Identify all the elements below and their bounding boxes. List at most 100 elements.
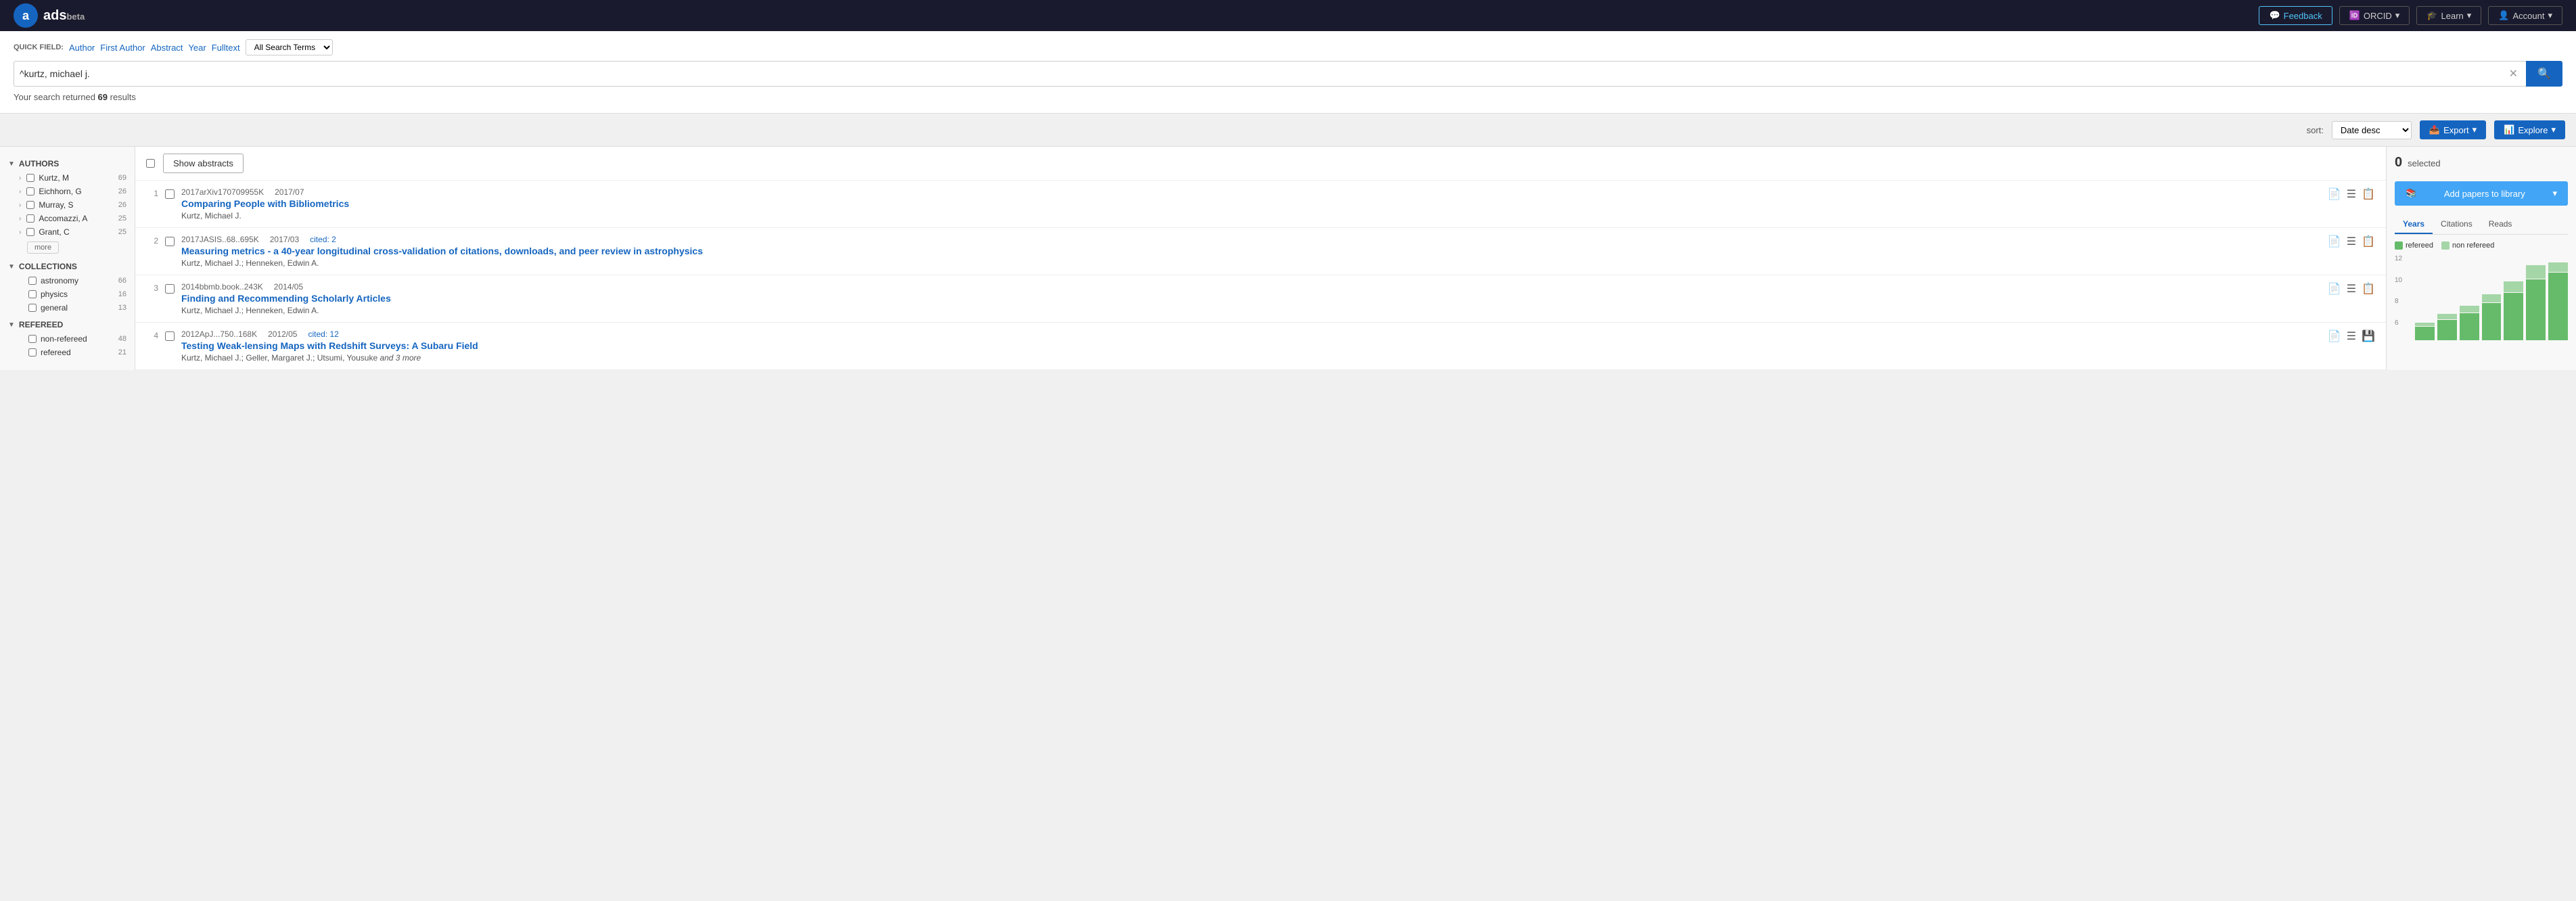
author-accomazzi-checkbox[interactable] [26,214,34,223]
select-all-checkbox[interactable] [146,159,155,168]
result-date: 2017/03 [270,235,299,244]
author-grant-checkbox[interactable] [26,228,34,236]
all-search-terms-dropdown[interactable]: All Search Terms [246,39,333,55]
result-icons: 📄 ☰ 📋 [2328,187,2375,201]
quick-field-abstract[interactable]: Abstract [151,43,183,53]
result-number: 4 [146,331,158,340]
result-content: 2017arXiv170709955K 2017/07 Comparing Pe… [181,187,2321,221]
refereed-chevron: ▼ [8,321,15,329]
quick-field-first-author[interactable]: First Author [100,43,145,53]
result-4-checkbox[interactable] [165,331,175,341]
orcid-icon: 🆔 [2349,10,2360,21]
expand-icon[interactable]: › [19,202,21,209]
chart-y-axis: 12 10 8 6 [2395,255,2402,343]
feedback-button[interactable]: 💬 Feedback [2259,6,2332,25]
result-title[interactable]: Finding and Recommending Scholarly Artic… [181,293,2321,304]
quick-field-author[interactable]: Author [69,43,95,53]
abstract-icon[interactable]: 📄 [2328,282,2341,296]
author-kurtz-checkbox[interactable] [26,174,34,182]
result-icons: 📄 ☰ 📋 [2328,282,2375,296]
collection-general-checkbox[interactable] [28,304,37,312]
cite-icon[interactable]: 📋 [2362,282,2375,296]
bar-chart-container: 12 10 8 6 [2395,255,2568,343]
result-authors: Kurtz, Michael J.; Henneken, Edwin A. [181,306,2321,315]
abstract-icon[interactable]: 📄 [2328,329,2341,343]
bar-group [2437,314,2457,340]
abstract-icon[interactable]: 📄 [2328,235,2341,248]
result-cited[interactable]: cited: 12 [308,329,338,339]
expand-icon[interactable]: › [19,229,21,236]
result-bibcode: 2012ApJ...750..168K [181,329,257,339]
collection-physics-label: physics [41,290,114,299]
collection-astronomy-checkbox[interactable] [28,277,37,285]
list-item: › Eichhorn, G 26 [0,185,135,198]
author-murray-checkbox[interactable] [26,201,34,209]
account-button[interactable]: 👤 Account ▾ [2488,6,2562,25]
non-refereed-checkbox[interactable] [28,335,37,343]
orcid-button[interactable]: 🆔 ORCID ▾ [2339,6,2410,25]
author-accomazzi-label: Accomazzi, A [39,214,114,223]
refereed-section-header[interactable]: ▼ REFEREED [0,315,135,332]
legend-refereed: refereed [2395,241,2433,250]
selected-count: 0 [2395,155,2402,170]
explore-button[interactable]: 📊 Explore ▾ [2494,120,2565,139]
expand-icon[interactable]: › [19,188,21,195]
search-button[interactable]: 🔍 [2526,61,2562,87]
learn-button[interactable]: 🎓 Learn ▾ [2416,6,2481,25]
author-murray-count: 26 [118,201,127,209]
result-3-checkbox[interactable] [165,284,175,294]
result-cited[interactable]: cited: 2 [310,235,336,244]
bar-non-refereed [2460,306,2479,313]
quick-field-fulltext[interactable]: Fulltext [212,43,240,53]
export-button[interactable]: 📤 Export ▾ [2420,120,2486,139]
bar-refereed [2415,327,2435,340]
user-icon: 👤 [2498,10,2509,21]
result-bibcode: 2017arXiv170709955K [181,187,264,197]
search-bar: ✕ 🔍 [14,61,2562,87]
result-2-checkbox[interactable] [165,237,175,246]
authors-label: AUTHORS [19,159,59,168]
list-item: physics 16 [0,287,135,301]
authors-section-header[interactable]: ▼ AUTHORS [0,154,135,171]
tab-citations[interactable]: Citations [2433,215,2481,234]
bar-non-refereed [2526,265,2546,279]
logo-icon: a [14,3,38,28]
clear-search-button[interactable]: ✕ [2506,67,2521,80]
quick-field-year[interactable]: Year [188,43,206,53]
data-icon[interactable]: 💾 [2362,329,2375,343]
search-input[interactable] [20,68,2506,79]
abstract-icon[interactable]: 📄 [2328,187,2341,201]
cite-icon[interactable]: 📋 [2362,235,2375,248]
authors-more-button[interactable]: more [27,241,59,254]
results-list: 1 2017arXiv170709955K 2017/07 Comparing … [135,181,2386,370]
quick-field-label: QUICK FIELD: [14,43,64,51]
list-icon[interactable]: ☰ [2347,235,2356,248]
list-icon[interactable]: ☰ [2347,282,2356,296]
list-icon[interactable]: ☰ [2347,329,2356,343]
logo-name: adsbeta [43,8,85,24]
result-1-checkbox[interactable] [165,189,175,199]
refereed-checkbox[interactable] [28,348,37,356]
result-content: 2017JASIS..68..695K 2017/03 cited: 2 Mea… [181,235,2321,268]
author-grant-count: 25 [118,228,127,236]
bar-group [2526,265,2546,340]
show-abstracts-button[interactable]: Show abstracts [163,154,244,173]
result-icons: 📄 ☰ 📋 [2328,235,2375,248]
collection-physics-checkbox[interactable] [28,290,37,298]
result-title[interactable]: Testing Weak-lensing Maps with Redshift … [181,340,2321,351]
result-title[interactable]: Comparing People with Bibliometrics [181,198,2321,209]
cite-icon[interactable]: 📋 [2362,187,2375,201]
sort-select[interactable]: Date desc Date asc Citation count Releva… [2332,121,2412,139]
author-eichhorn-checkbox[interactable] [26,187,34,195]
add-library-button[interactable]: 📚 Add papers to library ▾ [2395,181,2568,206]
author-grant-label: Grant, C [39,227,114,237]
tab-years[interactable]: Years [2395,215,2433,234]
refereed-legend-label: refereed [2406,241,2433,250]
refereed-item-label: refereed [41,348,114,357]
tab-reads[interactable]: Reads [2481,215,2521,234]
list-icon[interactable]: ☰ [2347,187,2356,201]
expand-icon[interactable]: › [19,175,21,182]
expand-icon[interactable]: › [19,215,21,223]
collections-section-header[interactable]: ▼ COLLECTIONS [0,256,135,274]
result-title[interactable]: Measuring metrics - a 40-year longitudin… [181,246,2321,256]
